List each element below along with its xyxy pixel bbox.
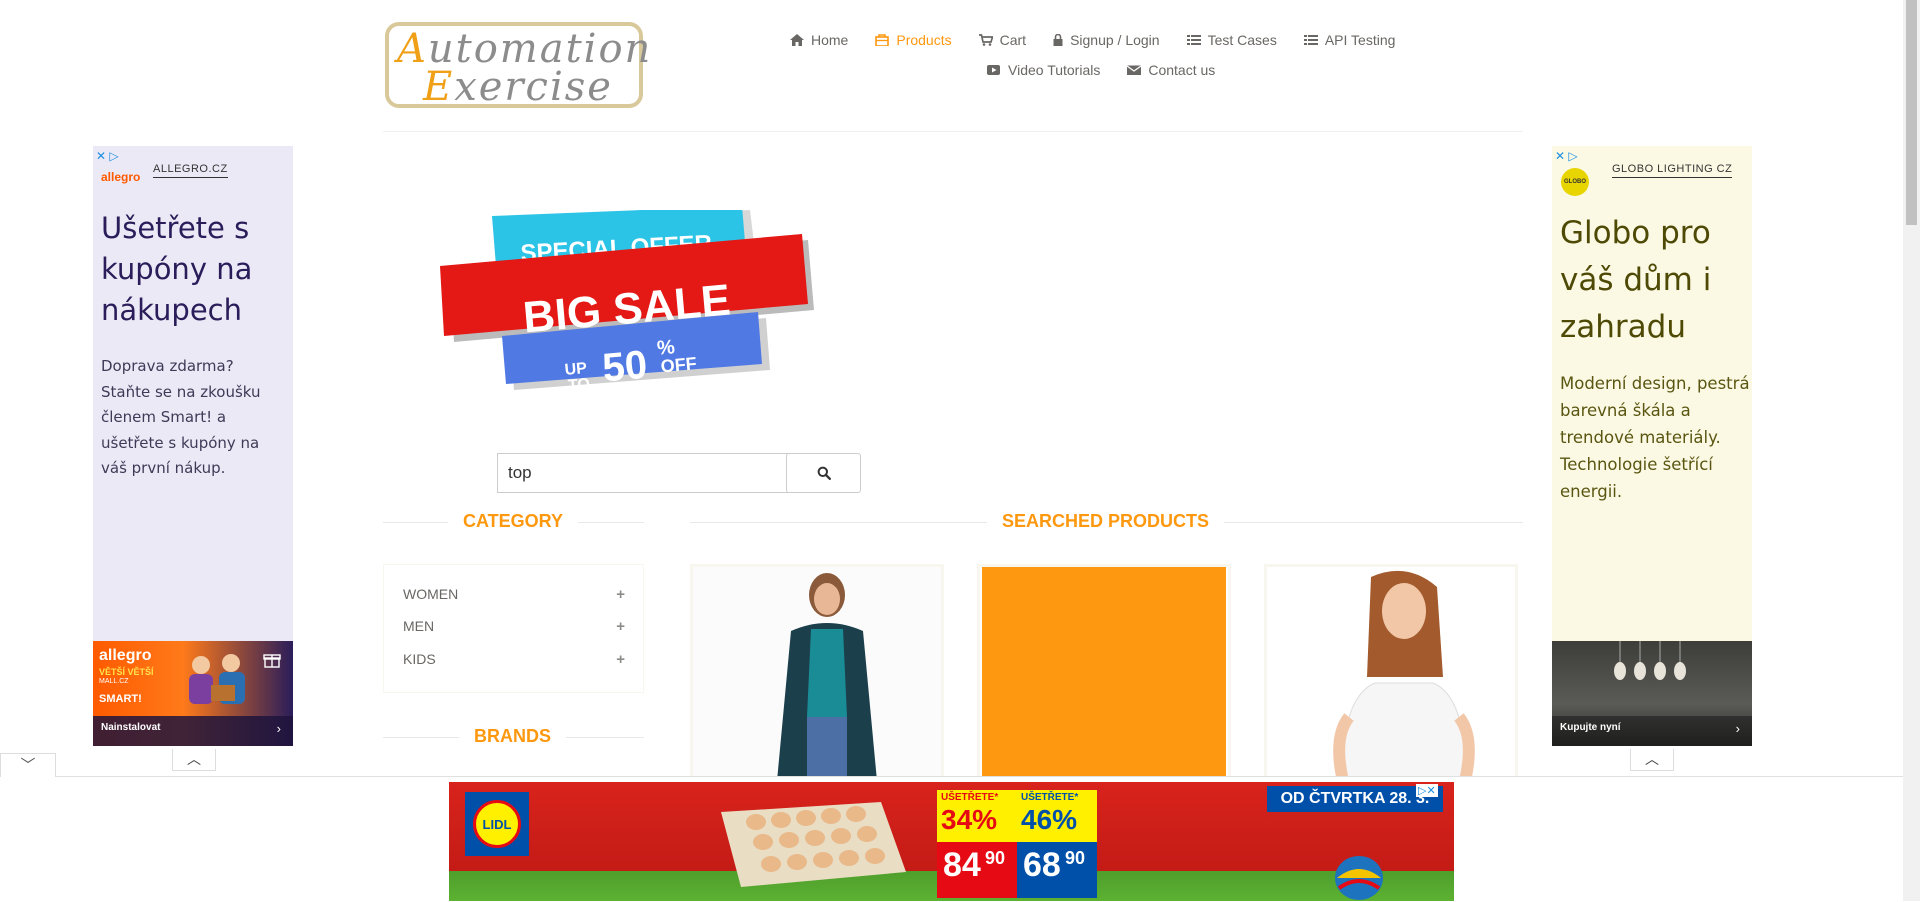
site-logo[interactable]: Automation Exercise: [385, 22, 650, 110]
nav-cart[interactable]: Cart: [978, 32, 1026, 48]
ad-body-text: Moderní design, pestrá barevná škála a t…: [1560, 374, 1750, 501]
nav-products[interactable]: Products: [875, 32, 952, 48]
chevron-right-icon[interactable]: ›: [1736, 721, 1740, 736]
lidl-logo: LIDL: [465, 792, 529, 856]
list-icon: [1186, 35, 1201, 45]
ad-image-tagline: VĚTŠÍ VĚTŠÍ: [99, 667, 154, 677]
ad-image-title: allegro: [99, 647, 152, 664]
category-men[interactable]: MEN +: [403, 618, 625, 635]
gift-icon: [263, 654, 281, 668]
easter-egg-image: [1335, 856, 1383, 900]
nav-contact-us[interactable]: Contact us: [1127, 62, 1215, 78]
envelope-icon: [1127, 65, 1142, 75]
offer-2: UŠETŘETE* 46% 68 90: [1017, 790, 1097, 898]
ad-image-subtext: MALL.CZ: [99, 678, 129, 685]
youtube-play-icon: [987, 65, 1000, 75]
eggs-image: [721, 802, 906, 887]
product-image: [1267, 567, 1515, 781]
brands-title: BRANDS: [459, 726, 567, 747]
bottom-banner-ad[interactable]: LIDL UŠETŘETE* 34% 84 90 UŠETŘETE* 46% 6…: [449, 782, 1454, 901]
ad-close-icon[interactable]: ✕ ▷: [96, 149, 119, 163]
category-label: KIDS: [403, 651, 436, 667]
nav-video-tutorials[interactable]: Video Tutorials: [987, 62, 1100, 78]
banner-off: OFF: [660, 353, 698, 376]
product-image: [693, 567, 941, 781]
ad-brand-name[interactable]: GLOBO LIGHTING CZ: [1612, 163, 1733, 178]
right-sidebar-ad[interactable]: ✕ ▷ GLOBO GLOBO LIGHTING CZ Globo pro vá…: [1552, 146, 1752, 746]
plus-icon[interactable]: +: [616, 618, 625, 635]
scrollbar-thumb[interactable]: [1906, 0, 1917, 225]
ad-people-illustration: [189, 654, 245, 704]
ad-image[interactable]: Kupujte nyní ›: [1552, 641, 1752, 746]
plus-icon[interactable]: +: [616, 651, 625, 668]
category-label: WOMEN: [403, 586, 459, 602]
category-panel: WOMEN + MEN + KIDS +: [383, 564, 644, 693]
product-image: [980, 567, 1228, 781]
plus-icon[interactable]: +: [616, 586, 625, 603]
ad-close-icon[interactable]: ✕ ▷: [1555, 149, 1578, 163]
header-divider: [383, 131, 1523, 132]
ad-brand-logo: allegro: [101, 170, 141, 184]
pendant-lamps-illustration: [1614, 641, 1686, 680]
product-card[interactable]: [977, 564, 1231, 784]
home-icon: [790, 34, 804, 46]
left-sidebar-ad[interactable]: ✕ ▷ allegro ALLEGRO.CZ Ušetřete s kupóny…: [93, 146, 293, 746]
logo-line-2: Exercise: [423, 64, 613, 110]
ad-cta-buy-now[interactable]: Kupujte nyní: [1560, 722, 1621, 733]
nav-api-testing[interactable]: API Testing: [1303, 32, 1395, 48]
search-input[interactable]: [497, 453, 790, 493]
product-card[interactable]: [1264, 564, 1518, 784]
ad-image-badge: SMART!: [99, 693, 142, 705]
search-icon: [817, 466, 831, 480]
ad-image[interactable]: allegro VĚTŠÍ VĚTŠÍ MALL.CZ SMART! Nains…: [93, 641, 293, 746]
category-title: CATEGORY: [448, 511, 579, 532]
banner-to: TO: [567, 376, 590, 395]
offer-1: UŠETŘETE* 34% 84 90: [937, 790, 1017, 898]
searched-products-title: SEARCHED PRODUCTS: [987, 511, 1225, 532]
sale-banner: SPECIAL OFFER BIG SALE UP TO 50 % OFF: [440, 210, 814, 395]
nav-test-cases[interactable]: Test Cases: [1186, 32, 1277, 48]
search-button[interactable]: [786, 453, 861, 493]
ad-body-text: Doprava zdarma? Staňte se na zkoušku čle…: [101, 357, 261, 477]
nav-home[interactable]: Home: [790, 32, 848, 48]
ad-headline[interactable]: Ušetřete s kupóny na nákupech: [101, 208, 286, 331]
ad-close-icon[interactable]: ▷✕: [1416, 784, 1438, 797]
chevron-down-icon[interactable]: ﹀: [0, 753, 56, 777]
category-women[interactable]: WOMEN +: [403, 586, 625, 603]
ad-headline[interactable]: Globo pro váš dům i zahradu: [1560, 210, 1750, 351]
globo-logo: GLOBO: [1561, 168, 1589, 196]
lock-icon: [1053, 34, 1063, 46]
right-ad-collapse-button[interactable]: ︿: [1630, 749, 1674, 771]
banner-percentage: 50: [601, 343, 649, 391]
category-label: MEN: [403, 618, 435, 634]
left-ad-collapse-button[interactable]: ︿: [172, 749, 216, 771]
product-card[interactable]: [690, 564, 944, 784]
shopping-bag-icon: [875, 34, 890, 46]
chevron-right-icon[interactable]: ›: [277, 721, 281, 736]
cart-icon: [978, 34, 993, 46]
nav-signup-login[interactable]: Signup / Login: [1053, 32, 1160, 48]
ad-brand-name[interactable]: ALLEGRO.CZ: [153, 163, 228, 178]
list-icon: [1303, 35, 1318, 45]
category-kids[interactable]: KIDS +: [403, 651, 625, 668]
ad-cta-install[interactable]: Nainstalovat: [101, 722, 160, 733]
